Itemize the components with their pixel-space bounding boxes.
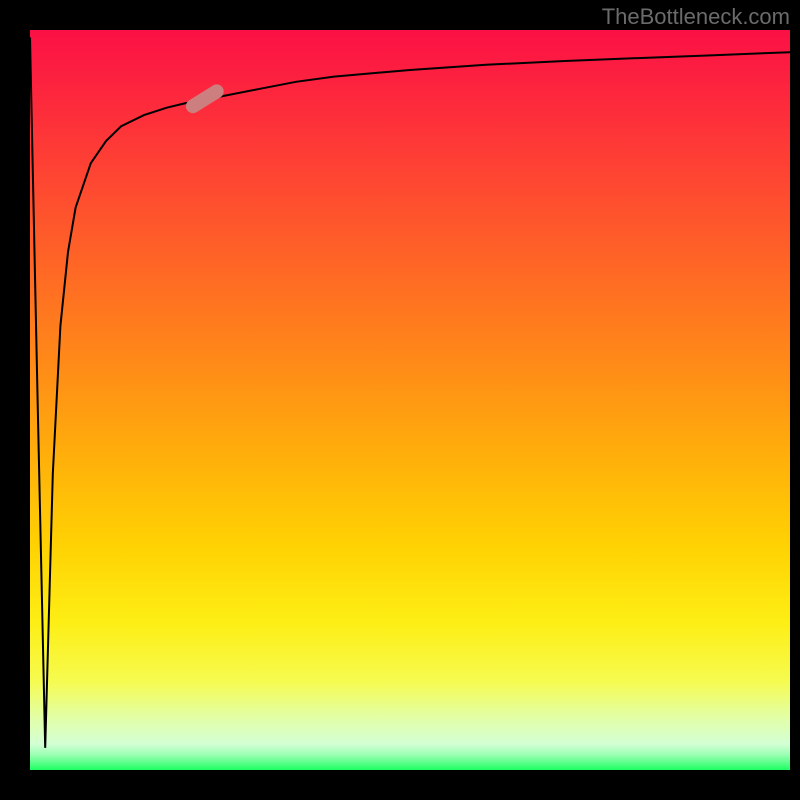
chart-stage: TheBottleneck.com: [0, 0, 800, 800]
plot-area: [30, 30, 790, 770]
curve-marker: [183, 82, 226, 116]
curve-svg: [30, 30, 790, 770]
bottleneck-curve: [30, 37, 790, 747]
watermark-text: TheBottleneck.com: [602, 4, 790, 30]
